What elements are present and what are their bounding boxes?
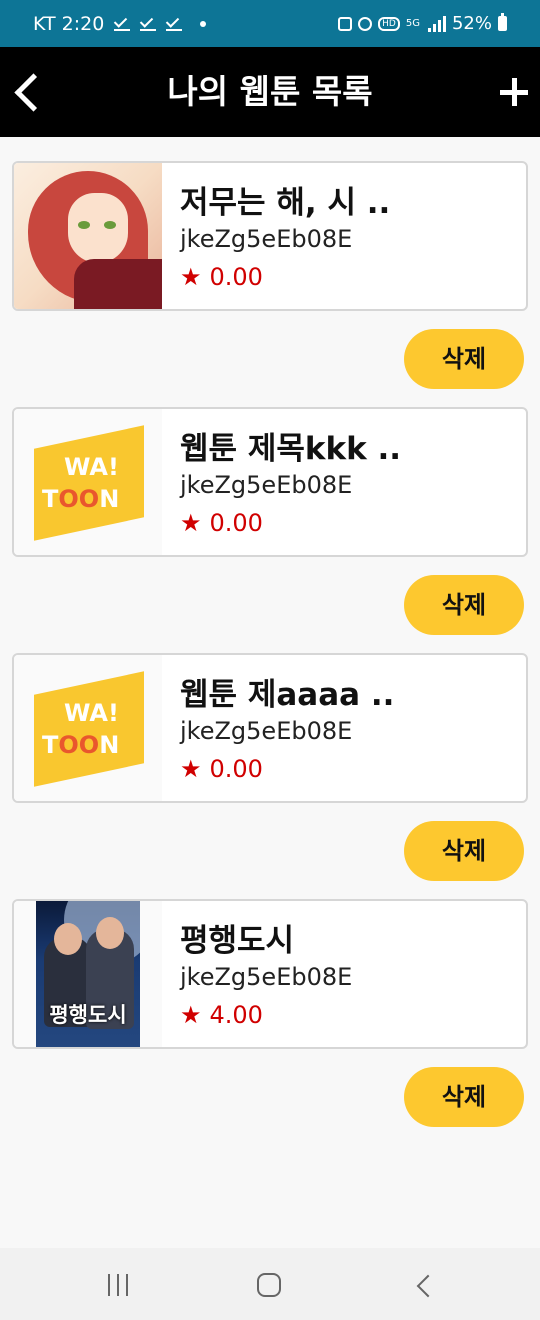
webtoon-thumbnail: 평행도시: [14, 901, 162, 1047]
webtoon-thumbnail: WA! TOON: [14, 409, 162, 555]
system-back-icon[interactable]: [414, 1274, 434, 1298]
webtoon-title: 평행도시: [180, 923, 295, 959]
rating-value: 0.00: [209, 509, 263, 537]
star-icon: ★: [180, 509, 202, 537]
webtoon-author: jkeZg5eEb08E: [180, 471, 353, 499]
watoon-logo: WA! TOON: [34, 671, 144, 787]
webtoon-card[interactable]: 저무는 해, 시 .. jkeZg5eEb08E ★ 0.00: [12, 161, 528, 311]
webtoon-rating: ★ 4.00: [180, 1001, 263, 1029]
page-title: 나의 웹툰 목록: [167, 72, 373, 111]
webtoon-rating: ★ 0.00: [180, 509, 263, 537]
webtoon-thumbnail: WA! TOON: [14, 655, 162, 801]
delete-button[interactable]: 삭제: [404, 1067, 524, 1127]
app-bar: 나의 웹툰 목록: [0, 47, 540, 137]
delete-button[interactable]: 삭제: [404, 329, 524, 389]
webtoon-rating: ★ 0.00: [180, 755, 263, 783]
webtoon-card[interactable]: WA! TOON 웹툰 제aaaa .. jkeZg5eEb08E ★ 0.00: [12, 653, 528, 803]
signal-icon: [427, 15, 446, 32]
delete-button[interactable]: 삭제: [404, 575, 524, 635]
battery-percent: 52%: [451, 13, 492, 34]
webtoon-rating: ★ 0.00: [180, 263, 263, 291]
webtoon-title: 웹툰 제aaaa ..: [180, 677, 395, 713]
webtoon-thumbnail: [14, 163, 162, 309]
alarm-icon: [358, 16, 373, 31]
webtoon-author: jkeZg5eEb08E: [180, 225, 353, 253]
check-icon: [166, 17, 183, 31]
watoon-logo: WA! TOON: [34, 425, 144, 541]
webtoon-title: 웹툰 제목kkk ..: [180, 431, 402, 467]
system-nav-bar: [0, 1248, 540, 1320]
webtoon-author: jkeZg5eEb08E: [180, 717, 353, 745]
webtoon-title: 저무는 해, 시 ..: [180, 185, 391, 221]
add-webtoon-button[interactable]: [496, 73, 532, 109]
network-type: 5G: [405, 18, 420, 29]
back-arrow-icon[interactable]: [8, 69, 52, 115]
nfc-icon: [338, 16, 353, 31]
star-icon: ★: [180, 755, 202, 783]
status-left: KT 2:20: [33, 0, 207, 47]
poster-parallel-city-image: 평행도시: [36, 901, 140, 1047]
notification-dot-icon: [200, 20, 207, 27]
webtoon-card[interactable]: WA! TOON 웹툰 제목kkk .. jkeZg5eEb08E ★ 0.00: [12, 407, 528, 557]
recent-apps-icon[interactable]: [106, 1274, 130, 1296]
poster-title-text: 평행도시: [49, 1003, 127, 1027]
rating-value: 0.00: [209, 263, 263, 291]
star-icon: ★: [180, 1001, 202, 1029]
battery-icon: [498, 13, 507, 31]
star-icon: ★: [180, 263, 202, 291]
status-right: HD 5G 52%: [338, 0, 507, 47]
check-icon: [114, 17, 131, 31]
hd-voice-icon: HD: [378, 16, 400, 31]
rating-value: 0.00: [209, 755, 263, 783]
illustration-red-hair-image: [14, 163, 162, 309]
carrier-time: KT 2:20: [33, 12, 105, 35]
webtoon-card[interactable]: 평행도시 평행도시 jkeZg5eEb08E ★ 4.00: [12, 899, 528, 1049]
home-icon[interactable]: [257, 1273, 281, 1297]
delete-button[interactable]: 삭제: [404, 821, 524, 881]
rating-value: 4.00: [209, 1001, 263, 1029]
webtoon-author: jkeZg5eEb08E: [180, 963, 353, 991]
status-bar: KT 2:20 HD 5G 52%: [0, 0, 540, 47]
check-icon: [140, 17, 157, 31]
